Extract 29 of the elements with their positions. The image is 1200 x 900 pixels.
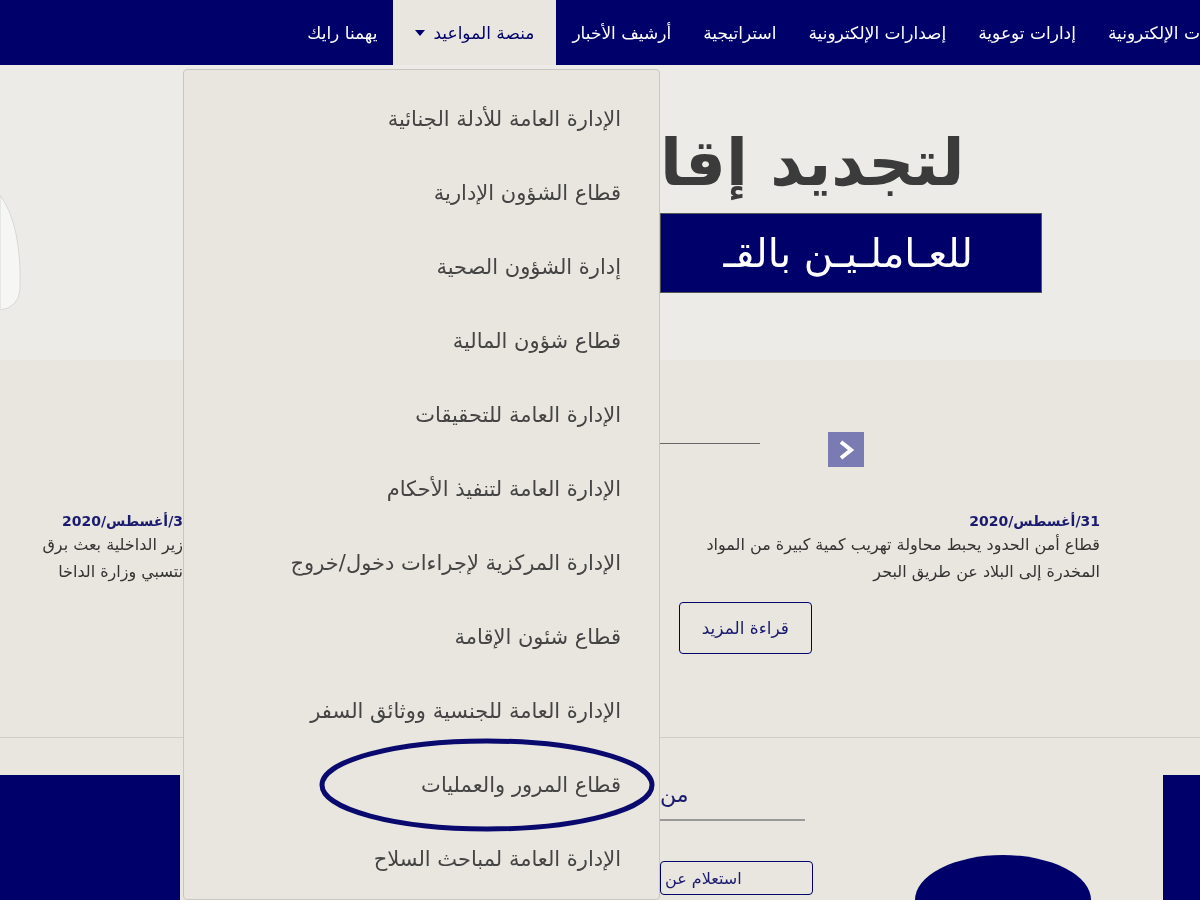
nav-link[interactable]: يهمنا رايك: [291, 0, 394, 65]
banner-headline: لتجديد إقا: [660, 125, 966, 202]
dropdown-item[interactable]: الإدارة العامة لمباحث السلاح: [373, 847, 659, 871]
news-date: 31/أغسطس/2020: [968, 513, 1100, 529]
nav-link[interactable]: أرشيف الأخبار: [556, 0, 688, 65]
nav-link[interactable]: إصدارات الإلكترونية: [792, 0, 963, 65]
dropdown-item[interactable]: قطاع الشؤون الإدارية: [433, 181, 659, 205]
dropdown-item[interactable]: قطاع شئون الإقامة: [454, 625, 659, 649]
dropdown-item[interactable]: الإدارة العامة للجنسية ووثائق السفر: [310, 699, 659, 723]
nav-link[interactable]: منصة المواعيد: [393, 0, 557, 65]
section-heading: من: [660, 782, 689, 807]
dropdown-item[interactable]: الإدارة المركزية لإجراءات دخول/خروج: [290, 551, 659, 575]
banner-subline: للعـاملـيـن بالقـ: [660, 213, 1042, 293]
nav-link[interactable]: إدارات توعوية: [962, 0, 1092, 65]
nav-link[interactable]: استراتيجية: [687, 0, 793, 65]
dropdown-item[interactable]: الإدارة العامة للأدلة الجنائية: [387, 107, 659, 131]
dropdown-item[interactable]: الإدارة العامة للتحقيقات: [415, 403, 659, 427]
dropdown-item[interactable]: قطاع المرور والعمليات: [421, 773, 659, 797]
news-date: 3/أغسطس/2020: [61, 513, 183, 529]
dropdown-item[interactable]: قطاع شؤون المالية: [452, 329, 659, 353]
nav-link[interactable]: ت الإلكترونية: [1091, 0, 1200, 65]
inquiry-button[interactable]: استعلام عن: [660, 861, 813, 895]
dropdown-item[interactable]: إدارة الشؤون الصحية: [436, 255, 659, 279]
dropdown-item[interactable]: الإدارة العامة لتنفيذ الأحكام: [386, 477, 659, 501]
read-more-button[interactable]: قراءة المزيد: [678, 602, 812, 654]
news-text: نتسبي وزارة الداخا: [57, 561, 183, 584]
next-arrow-button[interactable]: [828, 432, 864, 467]
news-text: زير الداخلية بعث برق: [41, 534, 183, 557]
news-text: قطاع أمن الحدود يحبط محاولة تهريب كمية كبيرة من المواد المخدرة إلى البلاد عن طريق البحر: [705, 533, 1100, 584]
